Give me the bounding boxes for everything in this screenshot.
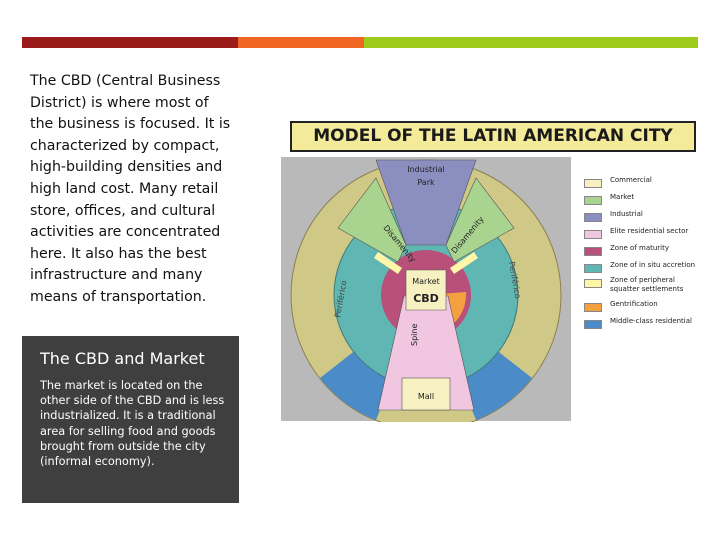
legend-swatch — [584, 196, 602, 205]
industrial-park-label-2: Park — [417, 178, 435, 187]
cbd-description: The CBD (Central Business District) is w… — [30, 73, 231, 305]
market-label: Market — [412, 277, 440, 286]
legend-label: Middle-class residential — [610, 317, 692, 325]
legend-label: Elite residential sector — [610, 227, 689, 235]
legend-label: Market — [610, 193, 635, 201]
spine-label: Spine — [410, 324, 419, 346]
legend-swatch — [584, 320, 602, 329]
diagram-title: MODEL OF THE LATIN AMERICAN CITY — [290, 121, 696, 152]
accent-bar-orange — [238, 37, 364, 48]
market-note-box: The CBD and Market The market is located… — [22, 336, 239, 503]
legend-swatch — [584, 303, 602, 312]
accent-bar-red — [22, 37, 238, 48]
legend-label: Industrial — [610, 210, 643, 218]
legend-label: Gentrification — [610, 300, 658, 308]
legend-swatch — [584, 213, 602, 222]
legend-swatch — [584, 247, 602, 256]
legend-label: Commercial — [610, 176, 652, 184]
mall-label: Mall — [418, 392, 434, 401]
legend-swatch — [584, 279, 602, 288]
legend-swatch — [584, 230, 602, 239]
legend-label: Zone of in situ accretion — [610, 261, 696, 269]
note-text: The market is located on the other side … — [40, 379, 225, 469]
legend-swatch — [584, 179, 602, 188]
legend-label: Zone of peripheral squatter settlements — [610, 276, 684, 293]
accent-bar-green — [364, 37, 698, 48]
cbd-label: CBD — [413, 292, 439, 305]
legend-swatch — [584, 264, 602, 273]
legend-label: Zone of maturity — [610, 244, 670, 252]
note-title: The CBD and Market — [40, 349, 205, 368]
industrial-park-label-1: Industrial — [407, 165, 445, 174]
